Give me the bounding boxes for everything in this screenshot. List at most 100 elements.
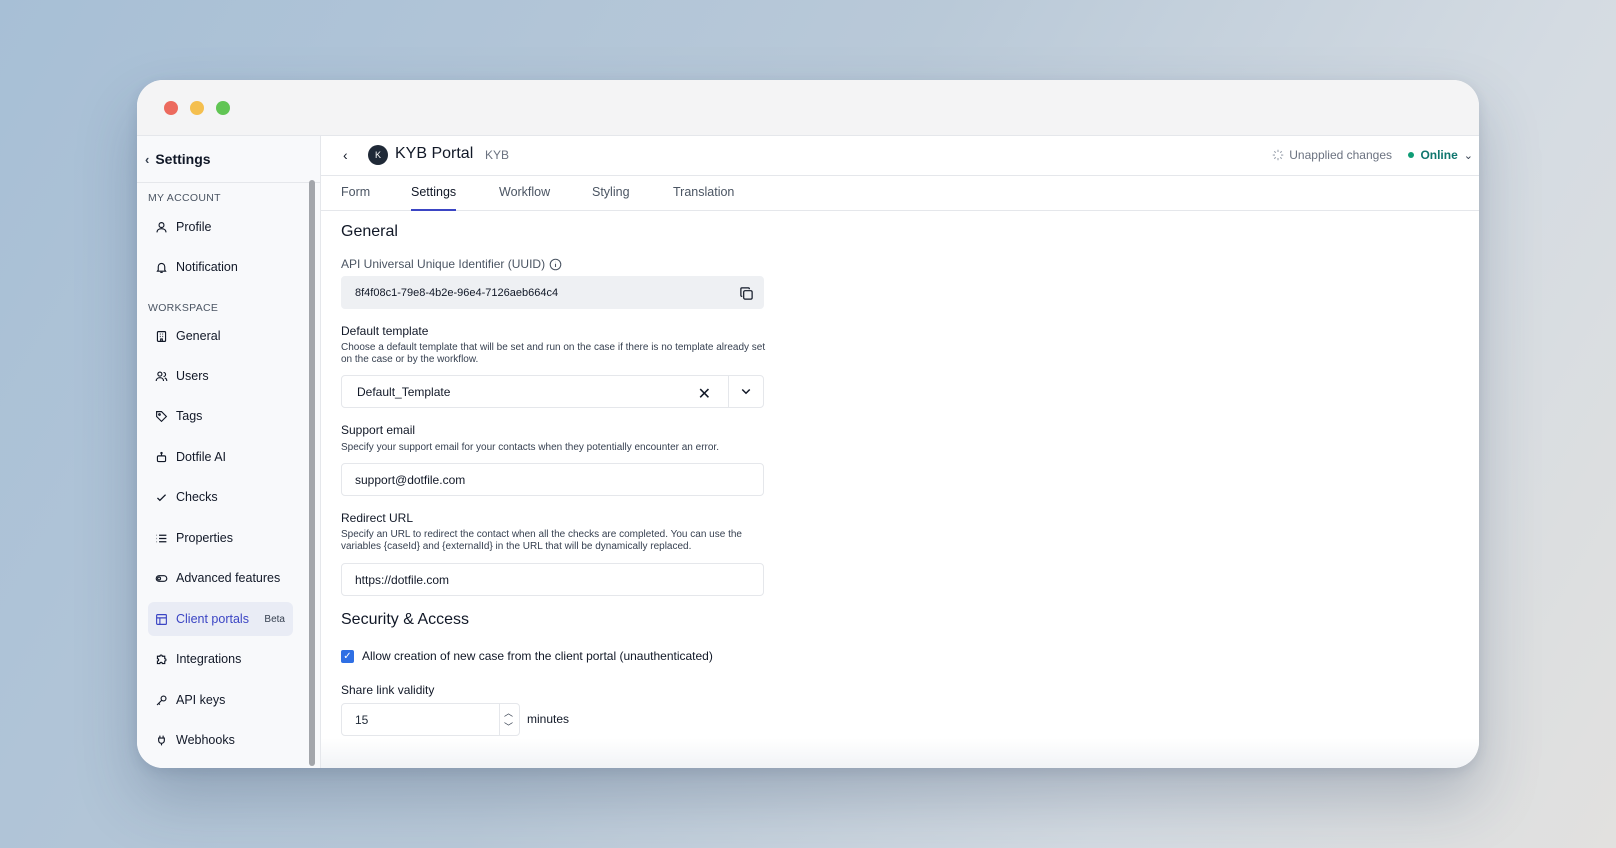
page-title: KYB Portal [395,145,474,162]
tab-bar: Form Settings Workflow Styling Translati… [321,176,1479,211]
sidebar: ‹ Settings MY ACCOUNT Profile Notificati… [137,136,321,768]
sidebar-item-label: Checks [176,490,218,504]
sidebar-item-label: Profile [176,220,212,234]
support-email-input[interactable]: support@dotfile.com [341,463,764,496]
uuid-label-row: API Universal Unique Identifier (UUID) [341,257,562,271]
select-divider [728,376,729,407]
layout-icon [156,613,167,625]
bell-icon [156,262,167,273]
status-dropdown[interactable]: Online ⌄ [1408,148,1473,162]
sidebar-item-users[interactable]: Users [148,359,293,393]
main-panel: ‹ K KYB Portal KYB Unapplied changes Onl… [321,136,1479,768]
redirect-url-help: Specify an URL to redirect the contact w… [341,529,742,552]
sidebar-item-integrations[interactable]: Integrations [148,642,293,676]
sidebar-item-dotfile-ai[interactable]: Dotfile AI [148,440,293,474]
sidebar-item-api-keys[interactable]: API keys [148,683,293,717]
chevron-up-icon[interactable]: ︿ [504,706,513,719]
plug-icon [158,735,165,745]
sidebar-divider [137,182,320,183]
default-template-select[interactable]: Default_Template ✕ [341,375,764,408]
section-workspace: WORKSPACE [148,302,219,314]
sidebar-item-checks[interactable]: Checks [148,480,293,514]
uuid-field: 8f4f08c1-79e8-4b2e-96e4-7126aeb664c4 [341,276,764,309]
title-bar [137,80,1479,136]
users-icon [155,370,168,381]
chevron-down-icon[interactable] [740,385,752,397]
sidebar-item-label: Integrations [176,652,242,666]
check-icon [156,493,167,501]
allow-creation-checkbox[interactable]: ✓ [341,649,354,663]
support-email-value: support@dotfile.com [355,472,466,487]
uuid-label: API Universal Unique Identifier (UUID) [341,257,546,271]
portal-type-tag: KYB [485,148,510,162]
stepper-buttons: ︿ ﹀ [499,704,519,735]
share-link-unit: minutes [527,712,570,726]
sidebar-item-label: Webhooks [176,733,235,747]
sidebar-item-label: Properties [176,531,233,545]
tag-icon [156,410,168,422]
support-email-label: Support email [341,423,416,437]
toggle-icon [155,574,168,582]
tab-styling[interactable]: Styling [592,185,630,211]
sidebar-scrollbar[interactable] [309,180,315,766]
close-window-button[interactable] [164,101,178,115]
settings-back-button[interactable]: ‹ Settings [145,148,211,170]
sidebar-item-advanced-features[interactable]: Advanced features [148,561,293,595]
sidebar-item-label: Users [176,369,209,383]
maximize-window-button[interactable] [216,101,230,115]
sidebar-item-label: Notification [176,260,238,274]
bottom-fade [321,738,1479,768]
default-template-value: Default_Template [357,384,451,399]
default-template-label: Default template [341,324,429,338]
sidebar-item-webhooks[interactable]: Webhooks [148,723,293,757]
sidebar-item-label: Tags [176,409,203,423]
key-icon [156,694,167,705]
beta-badge: Beta [264,613,285,625]
general-heading: General [341,223,398,240]
chevron-left-icon: ‹ [145,151,150,167]
support-email-help: Specify your support email for your cont… [341,442,719,453]
minimize-window-button[interactable] [190,101,204,115]
sidebar-item-notification[interactable]: Notification [148,250,293,284]
puzzle-icon [156,654,167,664]
share-link-value: 15 [355,712,369,727]
section-my-account: MY ACCOUNT [148,192,221,204]
unapplied-changes-status: Unapplied changes [1272,148,1392,162]
chevron-down-icon: ⌄ [1463,149,1473,162]
tab-workflow[interactable]: Workflow [499,185,550,211]
redirect-url-input[interactable]: https://dotfile.com [341,563,764,596]
portal-header: ‹ K KYB Portal KYB Unapplied changes Onl… [321,136,1479,176]
sidebar-item-label: Dotfile AI [176,450,227,464]
share-link-label: Share link validity [341,683,435,697]
status-dot-icon [1408,152,1415,158]
tab-settings[interactable]: Settings [411,185,457,211]
sidebar-item-label: Client portals [176,612,249,626]
sidebar-item-tags[interactable]: Tags [148,399,293,433]
allow-creation-row: ✓ Allow creation of new case from the cl… [341,649,713,663]
info-icon[interactable] [549,258,562,271]
back-button[interactable]: ‹ [343,147,348,163]
copy-icon[interactable] [739,286,754,301]
chevron-down-icon[interactable]: ﹀ [504,720,513,733]
share-link-stepper[interactable]: 15 ︿ ﹀ [341,703,520,736]
sidebar-item-general[interactable]: General [148,319,293,353]
sidebar-item-label: API keys [176,693,226,707]
portal-avatar: K [368,145,388,165]
sidebar-title: Settings [155,151,211,167]
tab-form[interactable]: Form [341,185,370,211]
user-icon [156,221,167,232]
uuid-value: 8f4f08c1-79e8-4b2e-96e4-7126aeb664c4 [355,286,559,299]
allow-creation-label: Allow creation of new case from the clie… [362,649,713,663]
robot-icon [156,451,167,462]
tab-translation[interactable]: Translation [673,185,734,211]
sidebar-item-profile[interactable]: Profile [148,210,293,244]
sidebar-item-properties[interactable]: Properties [148,521,293,555]
redirect-url-value: https://dotfile.com [355,572,450,587]
clear-icon[interactable]: ✕ [698,384,711,404]
loading-spinner-icon [1273,149,1284,161]
sidebar-item-client-portals[interactable]: Client portals Beta [148,602,293,636]
sidebar-item-label: General [176,329,221,343]
security-heading: Security & Access [341,611,470,628]
sidebar-item-label: Advanced features [176,571,281,585]
app-window: ‹ Settings MY ACCOUNT Profile Notificati… [137,80,1479,768]
